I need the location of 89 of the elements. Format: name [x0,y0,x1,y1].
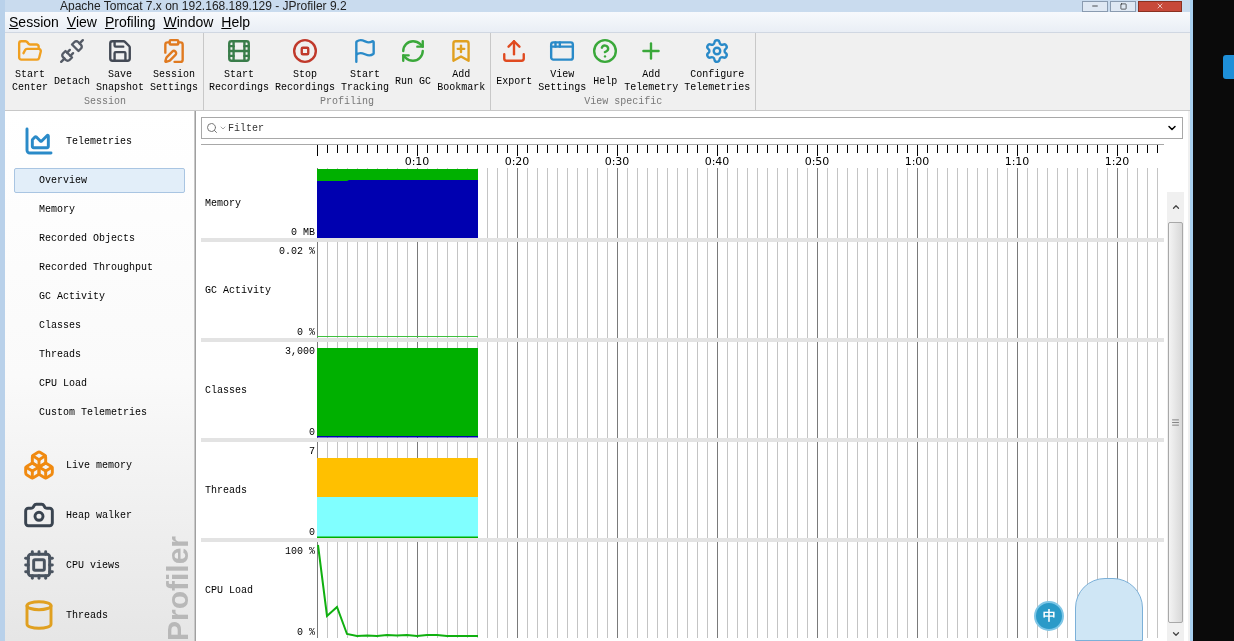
stop-icon [292,38,319,64]
toolbar-button[interactable]: Start Center [9,33,51,96]
sidebar-item[interactable]: Recorded Throughput [14,255,185,280]
refresh-icon [400,38,427,64]
toolbar-group-label: Profiling [319,96,376,109]
axis-label: 100 % [285,546,315,557]
menu-item[interactable]: Session [9,11,59,33]
toolbar-button[interactable]: Start Tracking [338,33,393,96]
maximize-button[interactable] [1110,0,1136,12]
time-label: 0:50 [804,155,830,168]
toolbar-group-label: View specific [583,96,664,109]
caret-icon [219,124,227,132]
film-reel-icon [226,38,253,64]
menu-item[interactable]: View [66,11,97,33]
toolbar-button[interactable]: Export [493,33,536,96]
grip-icon [1171,418,1180,427]
desktop-icon [1223,55,1234,79]
axis-label: 3,000 [285,346,315,357]
toolbar-button[interactable]: View Settings [535,33,590,96]
axis-label: 0.02 % [279,246,315,257]
sidebar-item[interactable]: Recorded Objects [14,226,185,251]
toolbar-button[interactable]: Detach [51,33,94,96]
toolbar-button[interactable]: Configure Telemetries [681,33,754,96]
toolbar-button[interactable]: Session Settings [147,33,202,96]
minimize-icon [1091,2,1099,10]
toolbar-button[interactable]: Help [589,33,622,96]
telemetry-label: GC Activity [204,283,272,298]
sidebar-item[interactable]: Memory [14,197,185,222]
toolbar-button[interactable]: Add Telemetry [621,33,682,96]
folder-icon [17,38,43,64]
menu-item[interactable]: Window [163,11,214,33]
toolbar-button[interactable]: Run GC [392,33,435,96]
toolbar-button[interactable]: Start Recordings [206,33,273,96]
toolbar-button[interactable]: Save Snapshot [93,33,148,96]
area-chart-icon [23,125,55,157]
close-button[interactable] [1138,0,1182,12]
axis-label: 0 MB [291,227,315,238]
time-label: 0:30 [604,155,630,168]
axis-label: 0 [309,527,315,538]
axis-label: 0 [309,427,315,438]
sticker-placeholder [1075,578,1143,641]
sidebar-section[interactable]: Heap walker [23,490,132,540]
time-label: 0:10 [404,155,430,168]
sidebar-item[interactable]: CPU Load [14,371,185,396]
time-label: 0:40 [704,155,730,168]
axis-label: 0 % [297,627,315,638]
menu-item[interactable]: Profiling [104,11,156,33]
sidebar-section[interactable]: Telemetries [23,123,132,159]
axis-label: 7 [309,446,315,457]
spool-icon [23,599,55,631]
maximize-icon [1119,2,1127,10]
upload-icon [501,38,528,64]
minimize-button[interactable] [1082,0,1108,12]
menu-item[interactable]: Help [221,11,251,33]
gear-icon [704,38,731,64]
sidebar-section[interactable]: CPU views [23,540,120,590]
window-icon [549,38,576,64]
scroll-down-icon [1170,629,1181,639]
sidebar-item[interactable]: GC Activity [14,284,185,309]
filter-combobox[interactable]: Filter [201,117,1183,139]
close-icon [1156,2,1164,10]
time-label: 0:20 [504,155,530,168]
toolbar-button[interactable]: Stop Recordings [272,33,339,96]
time-label: 1:00 [904,155,930,168]
sidebar-section[interactable]: Live memory [23,440,132,490]
scrollbar-thumb[interactable] [1168,222,1183,623]
filter-input[interactable]: Filter [228,120,1165,136]
time-label: 1:10 [1004,155,1030,168]
search-icon [206,122,218,134]
toolbar-button[interactable]: Add Bookmark [434,33,489,96]
telemetry-label: Classes [204,383,248,398]
scroll-up-icon [1170,202,1181,212]
sidebar-section[interactable]: Threads [23,590,108,640]
time-label: 1:20 [1104,155,1130,168]
help-icon [592,38,619,64]
telemetry-label: Memory [204,196,242,211]
telemetry-label: CPU Load [204,583,254,598]
sidebar-item[interactable]: Threads [14,342,185,367]
toolbar-group-label: Session [83,96,128,109]
sidebar-item[interactable]: Custom Telemetries [14,400,185,425]
sidebar-item[interactable]: Classes [14,313,185,338]
axis-label: 0 % [297,327,315,338]
sidebar-item[interactable]: Overview [14,168,185,193]
plug-icon [59,38,85,64]
scrollbar[interactable] [1167,192,1184,641]
telemetry-label: Threads [204,483,248,498]
boxes-icon [23,449,55,481]
window-title: Apache Tomcat 7.x on 192.168.189.129 - JProfiler 9.2 [60,0,347,12]
chip-icon [23,549,55,581]
